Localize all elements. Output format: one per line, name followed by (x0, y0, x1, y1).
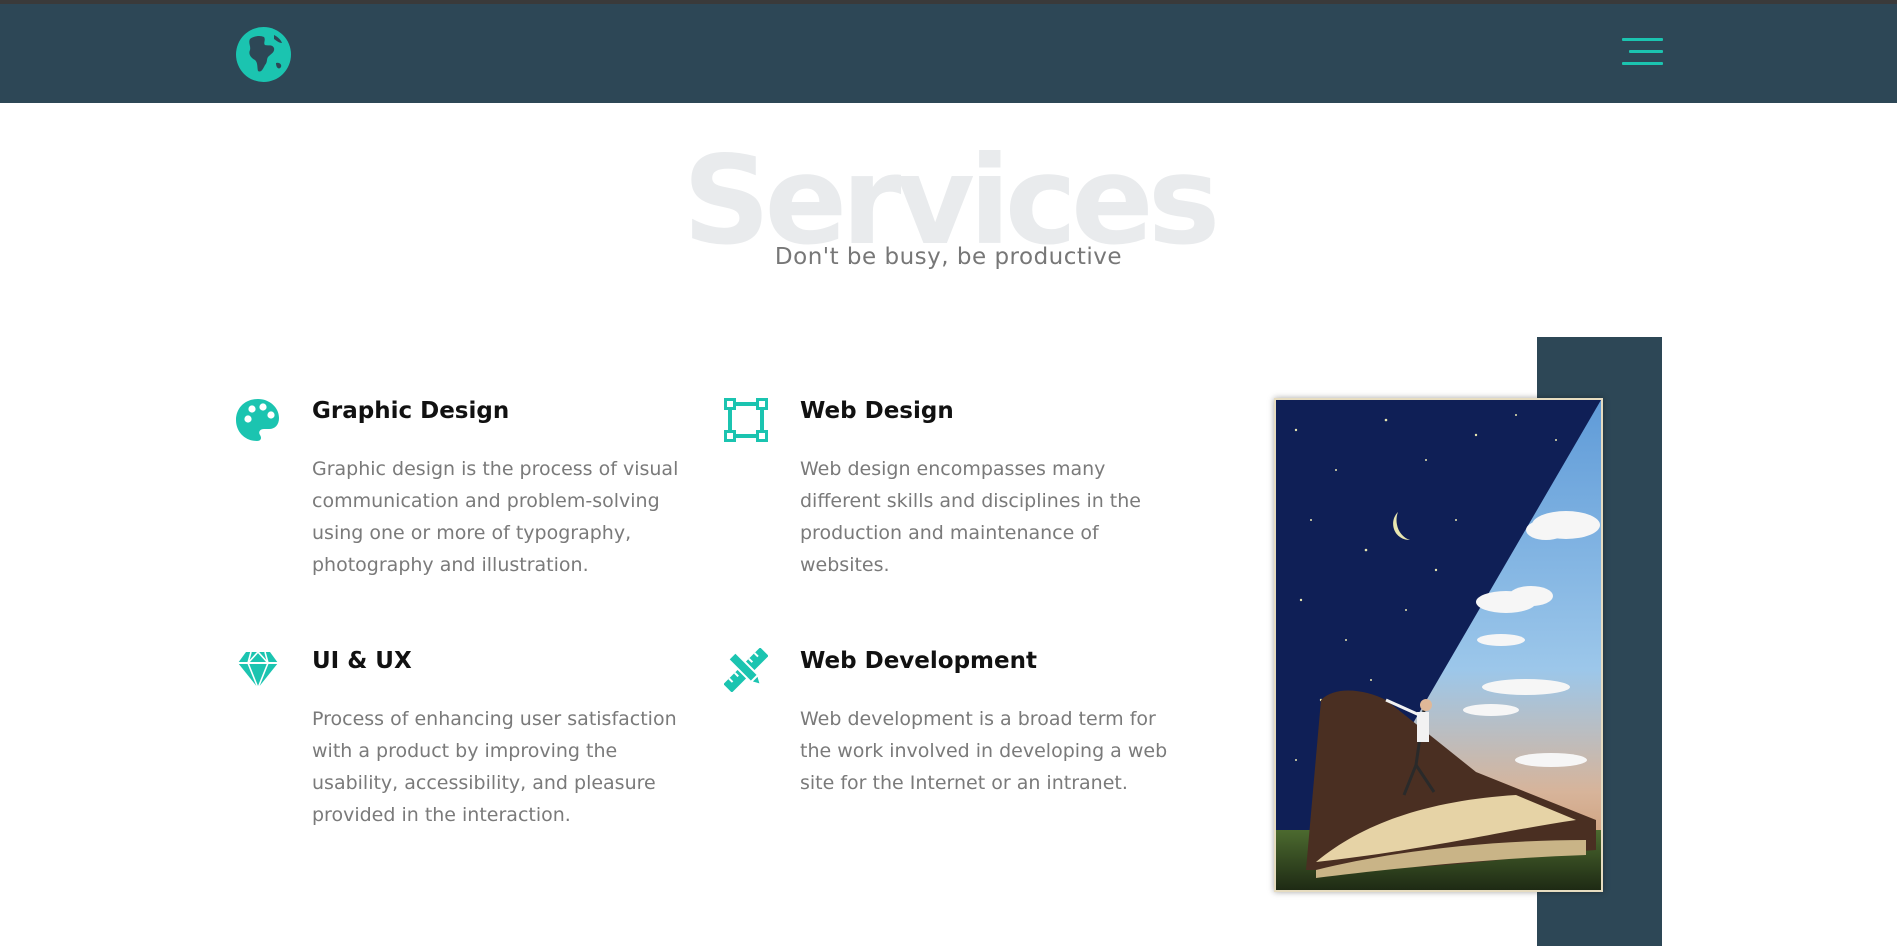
service-title: Web Design (800, 398, 954, 424)
service-title: Graphic Design (312, 398, 510, 424)
navbar (0, 4, 1897, 103)
service-description: Process of enhancing user satisfaction w… (312, 708, 677, 826)
globe-icon[interactable] (236, 27, 291, 82)
pencil-ruler-icon (723, 647, 769, 693)
section-subtitle: Don't be busy, be productive (774, 244, 1123, 270)
palette-icon (236, 398, 280, 442)
service-description: Web design encompasses many different sk… (800, 458, 1141, 576)
hamburger-menu-icon[interactable] (1622, 38, 1663, 66)
illustration-image (1274, 398, 1603, 892)
vector-square-icon (724, 398, 768, 442)
service-description: Web development is a broad term for the … (800, 708, 1168, 794)
service-title: UI & UX (312, 648, 412, 674)
service-title: Web Development (800, 648, 1037, 674)
service-description: Graphic design is the process of visual … (312, 458, 679, 576)
diamond-icon (236, 648, 280, 692)
